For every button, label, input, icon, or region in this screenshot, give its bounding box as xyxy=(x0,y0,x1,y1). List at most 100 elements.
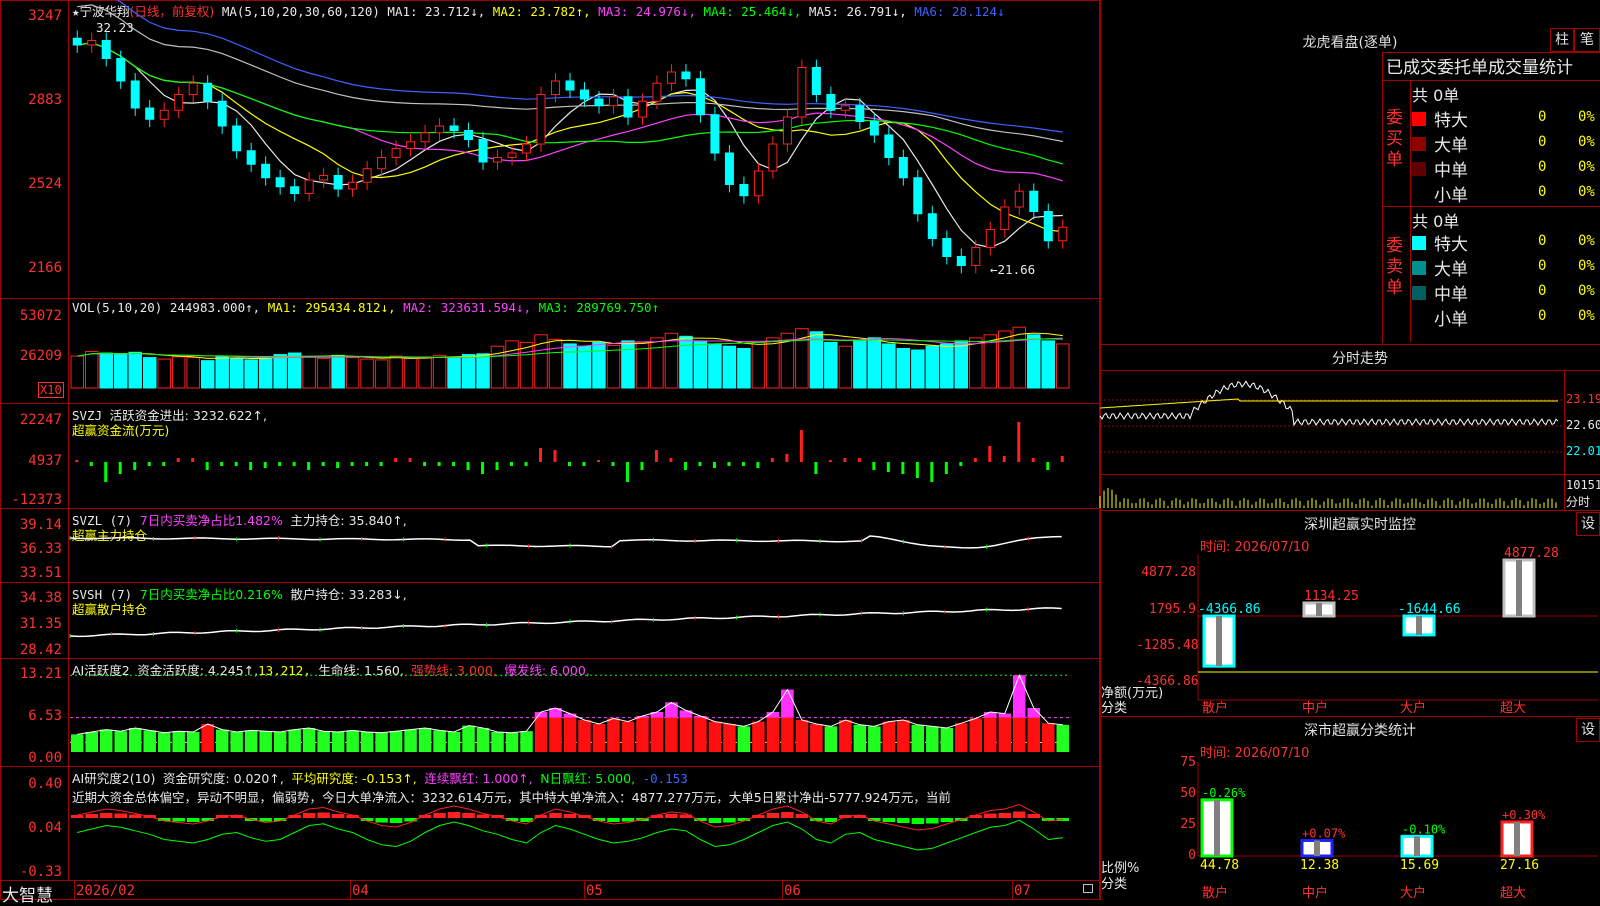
sc-category-label: 中户 xyxy=(1302,886,1329,901)
activity-bar xyxy=(288,729,301,752)
retail-holding-line[interactable] xyxy=(69,600,1098,656)
volume-bar xyxy=(896,347,911,389)
sz-axis-label: -1285.48 xyxy=(1136,638,1199,653)
volume-bar xyxy=(548,338,563,389)
candle-body xyxy=(203,82,213,102)
stats-subtitle: 已成交委托单成交量统计 xyxy=(1386,58,1573,78)
activity-bar xyxy=(636,716,649,752)
volume-bar xyxy=(287,352,302,389)
activity-bar xyxy=(998,713,1012,752)
svzl-ratio: 7日内买卖净占比1.482% xyxy=(139,513,283,528)
volume-bar xyxy=(128,351,142,389)
volume-chart[interactable] xyxy=(70,312,1098,400)
ma2-value: MA2: 23.782↑, xyxy=(492,4,591,19)
ratio-bar-shade xyxy=(1214,799,1220,856)
lock-icon[interactable] xyxy=(1083,884,1093,893)
research-bar xyxy=(897,818,910,823)
avg-research-line xyxy=(77,819,1063,851)
research-bar xyxy=(433,813,446,818)
candle-body xyxy=(942,238,952,257)
candlestick-chart[interactable] xyxy=(70,0,1098,296)
ai2-label: AI研究度2(10) xyxy=(72,771,156,786)
fund-flow-bar xyxy=(394,458,398,462)
x-tick xyxy=(350,880,351,900)
fund-flow-bar xyxy=(770,458,774,462)
volume-bar xyxy=(505,340,519,389)
activity-bar xyxy=(1042,723,1055,752)
candle-body xyxy=(319,175,329,181)
activity-bar xyxy=(476,728,490,752)
research-bar xyxy=(447,812,461,818)
sc-category-label: 散户 xyxy=(1202,886,1229,901)
svsh-axis-label: 28.42 xyxy=(19,642,62,658)
research-bar xyxy=(186,818,200,822)
order-percent: 0% xyxy=(1578,308,1595,324)
separator xyxy=(0,508,1100,509)
ratio-bar-shade xyxy=(1314,840,1320,856)
candle-body xyxy=(768,143,778,172)
activity-bar xyxy=(331,732,345,752)
order-type-label: 中单 xyxy=(1434,285,1468,305)
volume-bar xyxy=(432,354,447,389)
activity-bar xyxy=(114,731,127,752)
fund-flow-bar xyxy=(1002,456,1006,462)
candle-body xyxy=(116,58,126,82)
candle-body xyxy=(840,105,850,111)
separator xyxy=(1410,80,1411,342)
order-type-label: 大单 xyxy=(1434,136,1468,156)
x-tick xyxy=(74,880,75,900)
activity-bar xyxy=(520,731,533,752)
fund-flow-bar xyxy=(350,462,354,466)
volume-bar xyxy=(925,345,940,389)
x-tick xyxy=(1012,880,1013,900)
fund-flow-bar xyxy=(147,462,151,466)
fund-flow-bar xyxy=(118,462,122,474)
research-chart[interactable] xyxy=(70,803,1098,878)
volume-bar xyxy=(374,359,389,389)
volume-bar xyxy=(577,345,592,389)
activity-bar xyxy=(810,724,823,752)
x-axis-label: 2026/02 xyxy=(76,883,136,899)
tick-mode-button[interactable]: 笔 xyxy=(1574,28,1600,52)
main-holding-line[interactable] xyxy=(69,530,1098,580)
order-count: 0 xyxy=(1538,184,1547,200)
stock-name: 宁波华翔 xyxy=(79,4,130,19)
sc-stats-chart[interactable]: -0.26% 44.78 +0.07% 12.38 -0.10% 15.69 +0.30% 2… xyxy=(1197,762,1598,873)
activity-bar xyxy=(360,732,374,752)
net-bar-label: -1644.66 xyxy=(1398,602,1461,617)
candle-body xyxy=(1043,211,1053,242)
candle-body xyxy=(420,132,430,143)
sc-settings-button[interactable]: 设 xyxy=(1576,718,1600,742)
order-type-label: 大单 xyxy=(1434,260,1468,280)
sz-settings-button[interactable]: 设 xyxy=(1576,512,1600,536)
vol-axis-label: 53072 xyxy=(19,308,62,324)
fund-flow-chart[interactable] xyxy=(70,420,1098,505)
candle-body xyxy=(188,82,198,95)
volume-bar xyxy=(186,357,200,389)
intraday-chart[interactable] xyxy=(1099,372,1564,510)
activity-bar xyxy=(128,728,142,752)
candle-body xyxy=(130,80,140,109)
bar-mode-button[interactable]: 柱 xyxy=(1550,28,1574,52)
activity-bar xyxy=(650,712,664,752)
fund-flow-bar xyxy=(249,462,253,470)
ma4-value: MA4: 25.464↓, xyxy=(703,4,802,19)
activity-chart[interactable] xyxy=(70,672,1098,764)
candle-body xyxy=(1014,190,1024,208)
sz-monitor-chart[interactable]: -4366.86 1134.25 -1644.66 4877.28 xyxy=(1197,546,1598,701)
research-bar xyxy=(476,814,490,818)
ai2-axis-label: -0.33 xyxy=(19,864,62,880)
activity-bar xyxy=(911,724,925,752)
activity-bar xyxy=(563,713,577,752)
period-label[interactable]: (日线，前复权) xyxy=(130,4,215,19)
fund-flow-bar xyxy=(611,462,615,466)
svzl-axis-label: 33.51 xyxy=(19,565,62,581)
activity-bar xyxy=(868,726,881,752)
candle-body xyxy=(695,78,705,116)
fund-flow-bar xyxy=(727,462,731,466)
fund-flow-bar xyxy=(930,462,934,482)
fund-flow-bar xyxy=(263,462,267,468)
research-bar xyxy=(375,818,388,823)
candle-body xyxy=(377,157,387,170)
volume-bar xyxy=(302,356,316,389)
